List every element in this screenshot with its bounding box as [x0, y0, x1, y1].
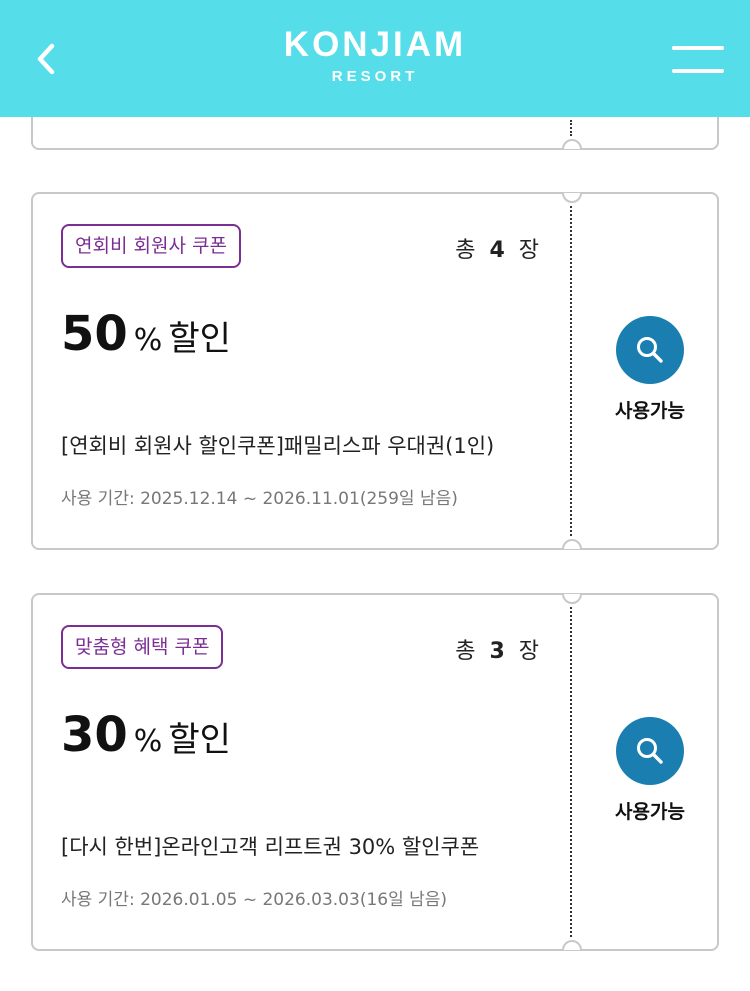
- count-value: 4: [489, 238, 505, 263]
- coupon-type-badge: 연회비 회원사 쿠폰: [61, 224, 241, 268]
- coupon-type-badge: 맞춤형 혜택 쿠폰: [61, 625, 224, 669]
- search-icon[interactable]: [616, 717, 684, 785]
- coupon-card[interactable]: 맞춤형 혜택 쿠폰 총3장 30% 할인 [다시 한번]온라인고객 리프트권 30…: [31, 593, 719, 951]
- coupon-count: 총3장: [455, 633, 539, 665]
- count-suffix: 장: [518, 639, 539, 664]
- count-prefix: 총: [455, 238, 476, 263]
- coupon-notch: [562, 539, 582, 549]
- menu-bar: [672, 46, 724, 50]
- coupon-divider: [570, 120, 572, 136]
- discount-value: 30: [61, 707, 128, 763]
- discount-text: 할인: [168, 319, 231, 359]
- discount-value: 50: [61, 306, 128, 362]
- logo-main-text: KONJIAM: [283, 25, 467, 64]
- use-status-label: 사용가능: [615, 400, 685, 422]
- menu-bar: [672, 69, 724, 73]
- discount-amount: 50% 할인: [61, 306, 231, 362]
- discount-unit: %: [133, 323, 163, 358]
- resort-logo[interactable]: KONJIAM RESORT: [0, 25, 750, 86]
- coupon-notch: [562, 139, 582, 149]
- coupon-divider: [570, 206, 572, 536]
- coupon-card[interactable]: 연회비 회원사 쿠폰 총4장 50% 할인 [연회비 회원사 할인쿠폰]패밀리스파…: [31, 192, 719, 550]
- coupon-description: [다시 한번]온라인고객 리프트권 30% 할인쿠폰: [61, 835, 480, 859]
- search-icon[interactable]: [616, 316, 684, 384]
- hamburger-menu-icon[interactable]: [672, 46, 724, 76]
- coupon-notch: [562, 193, 582, 203]
- discount-text: 할인: [168, 720, 231, 760]
- use-status-label: 사용가능: [615, 801, 685, 823]
- coupon-period: 사용 기간: 2025.12.14 ~ 2026.11.01(259일 남음): [61, 489, 458, 509]
- coupon-period: 사용 기간: 2026.01.05 ~ 2026.03.03(16일 남음): [61, 890, 448, 910]
- app-header: KONJIAM RESORT: [0, 0, 750, 117]
- discount-unit: %: [133, 724, 163, 759]
- coupon-count: 총4장: [455, 232, 539, 264]
- coupon-notch: [562, 594, 582, 604]
- logo-sub-text: RESORT: [331, 68, 419, 85]
- count-suffix: 장: [518, 238, 539, 263]
- discount-amount: 30% 할인: [61, 707, 231, 763]
- use-coupon-button[interactable]: 사용가능: [581, 717, 719, 824]
- coupon-description: [연회비 회원사 할인쿠폰]패밀리스파 우대권(1인): [61, 434, 495, 458]
- use-coupon-button[interactable]: 사용가능: [581, 316, 719, 423]
- coupon-notch: [562, 940, 582, 950]
- count-value: 3: [489, 639, 505, 664]
- coupon-divider: [570, 607, 572, 937]
- count-prefix: 총: [455, 639, 476, 664]
